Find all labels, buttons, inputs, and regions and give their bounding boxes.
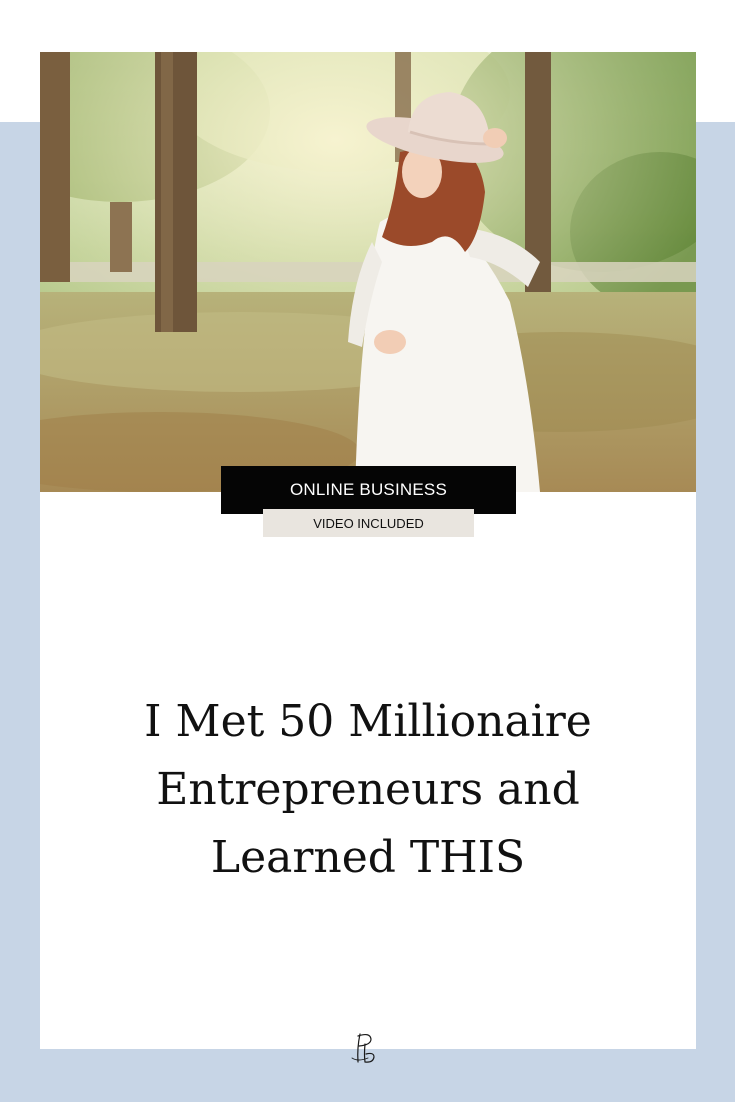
- headline-line-1: I Met 50 Millionaire: [144, 696, 592, 747]
- headline-line-3: Learned THIS: [210, 832, 526, 883]
- hero-photo-illustration: [40, 52, 696, 492]
- content-card: ONLINE BUSINESS VIDEO INCLUDED I Met 50 …: [40, 52, 696, 1063]
- video-included-tag: VIDEO INCLUDED: [263, 509, 474, 537]
- hero-photo: [40, 52, 696, 492]
- pb-monogram-icon: [346, 1028, 386, 1068]
- pin-graphic: ONLINE BUSINESS VIDEO INCLUDED I Met 50 …: [0, 0, 735, 1102]
- article-headline: I Met 50 Millionaire Entrepreneurs and L…: [60, 688, 676, 892]
- category-tag: ONLINE BUSINESS: [221, 466, 516, 514]
- headline-line-2: Entrepreneurs and: [156, 764, 580, 815]
